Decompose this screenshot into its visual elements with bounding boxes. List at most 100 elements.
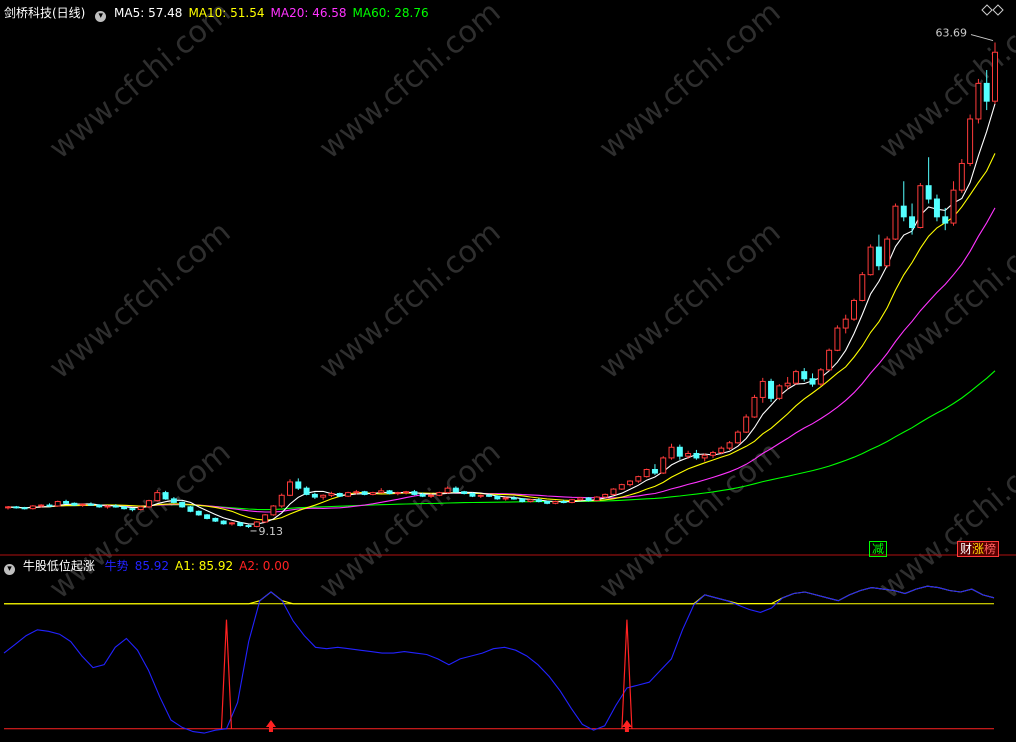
candle-body	[237, 522, 244, 527]
watermark-layer: www.cfchi.com www.cfchi.com www.cfchi.com w…	[43, 0, 1016, 606]
finance-rank-tag[interactable]: 财涨榜	[957, 541, 1000, 557]
candle-body	[643, 468, 650, 478]
candle-body	[552, 501, 559, 504]
indicator-legend-item: 牛势	[104, 559, 129, 573]
candle-body	[685, 452, 692, 457]
buy-signal-arrow	[621, 720, 632, 732]
candle-body	[187, 506, 194, 512]
candle-body	[353, 491, 360, 494]
candle-body	[900, 205, 907, 218]
chevron-down-icon[interactable]: ▾	[4, 564, 15, 575]
candle-body	[618, 484, 625, 490]
candle-body	[585, 497, 592, 502]
candle-body	[751, 396, 758, 418]
candle-body	[311, 493, 318, 498]
candle-body	[46, 504, 53, 507]
candle-body	[104, 505, 111, 508]
candle-body	[154, 492, 161, 502]
candle-body	[958, 162, 965, 191]
candle-body	[710, 452, 716, 456]
indicator-header: ▾ 牛股低位起涨 牛势 85.92 A1: 85.92 A2: 0.00	[4, 557, 302, 575]
watermark-text: www.cfchi.com	[313, 215, 508, 386]
candle-body	[701, 454, 708, 459]
candle-body	[270, 505, 277, 516]
candle-body	[228, 522, 235, 525]
indicator-panel	[3, 585, 995, 734]
candle-body	[469, 493, 476, 497]
candle-body	[668, 446, 675, 459]
candle-body	[975, 82, 982, 120]
reduce-tag[interactable]: 减	[869, 541, 888, 557]
candle-body	[851, 299, 857, 320]
candle-body	[933, 198, 940, 218]
finance-tag-label: 财	[960, 542, 973, 556]
indicator-name[interactable]: 牛股低位起涨	[23, 559, 95, 573]
bull-trend-line	[3, 585, 995, 734]
ma-legend-item: MA60: 28.76	[352, 6, 429, 20]
candle-body	[38, 504, 45, 507]
rise-tag-label: 涨	[972, 542, 985, 556]
candle-body	[477, 494, 484, 497]
candle-body	[129, 508, 136, 511]
candle-body	[87, 503, 94, 506]
main-chart-header: 剑桥科技(日线) ▾ MA5: 57.48 MA10: 51.54 MA20: 46…	[4, 4, 441, 22]
candle-body	[884, 238, 891, 267]
candle-body	[287, 481, 293, 496]
candle-body	[983, 82, 990, 102]
candle-body	[535, 499, 542, 503]
candle-body	[817, 369, 824, 385]
candle-body	[743, 416, 750, 433]
candle-body	[892, 205, 899, 240]
candle-body	[693, 452, 700, 459]
candle-body	[461, 491, 468, 495]
candle-body	[345, 492, 352, 497]
high-marker-line	[970, 34, 994, 42]
candle-body	[411, 491, 418, 495]
candle-body	[842, 318, 849, 329]
candle-body	[170, 498, 177, 503]
stock-name[interactable]: 剑桥科技(日线)	[4, 6, 85, 20]
candle-body	[527, 499, 534, 503]
candle-body	[925, 185, 932, 200]
buy-signal-arrow	[265, 720, 276, 732]
candle-body	[602, 493, 609, 498]
watermark-text: www.cfchi.com	[873, 435, 1016, 606]
candle-body	[967, 118, 974, 164]
candle-body	[950, 189, 957, 224]
candle-body	[486, 494, 493, 497]
candle-body	[245, 525, 252, 528]
indicator-legend-item: 85.92	[134, 559, 170, 573]
diamond-icon	[981, 4, 993, 16]
candle-body	[510, 497, 517, 500]
diamond-icon	[992, 4, 1004, 16]
candle-body	[278, 494, 285, 507]
candle-body	[577, 497, 584, 501]
watermark-text: www.cfchi.com	[43, 435, 238, 606]
watermark-text: www.cfchi.com	[43, 0, 238, 166]
candle-body	[784, 382, 791, 387]
chevron-down-icon[interactable]: ▾	[95, 11, 107, 22]
candle-body	[942, 216, 949, 224]
a2-spike	[220, 619, 233, 729]
candle-body	[386, 490, 393, 495]
candle-body	[801, 371, 808, 380]
candle-body	[768, 380, 775, 399]
candle-body	[909, 216, 916, 229]
candle-body	[63, 501, 70, 504]
candle-body	[734, 431, 741, 444]
candle-body	[569, 499, 575, 503]
indicator-legend: 牛势 85.92 A1: 85.92 A2: 0.00	[105, 559, 296, 573]
candle-body	[627, 480, 634, 486]
candle-body	[560, 501, 567, 504]
candle-body	[21, 507, 28, 510]
candle-body	[204, 514, 211, 519]
ma-legend: MA5: 57.48 MA10: 51.54 MA20: 46.58 MA60: 28…	[114, 6, 435, 20]
candle-body	[660, 457, 667, 474]
ma-legend-item: MA10: 51.54	[188, 6, 265, 20]
candle-body	[295, 481, 302, 489]
candle-body	[212, 517, 219, 522]
a1-line	[4, 585, 995, 605]
rank-tag-label: 榜	[984, 542, 997, 556]
candle-body	[54, 501, 61, 507]
candle-body	[320, 494, 327, 498]
